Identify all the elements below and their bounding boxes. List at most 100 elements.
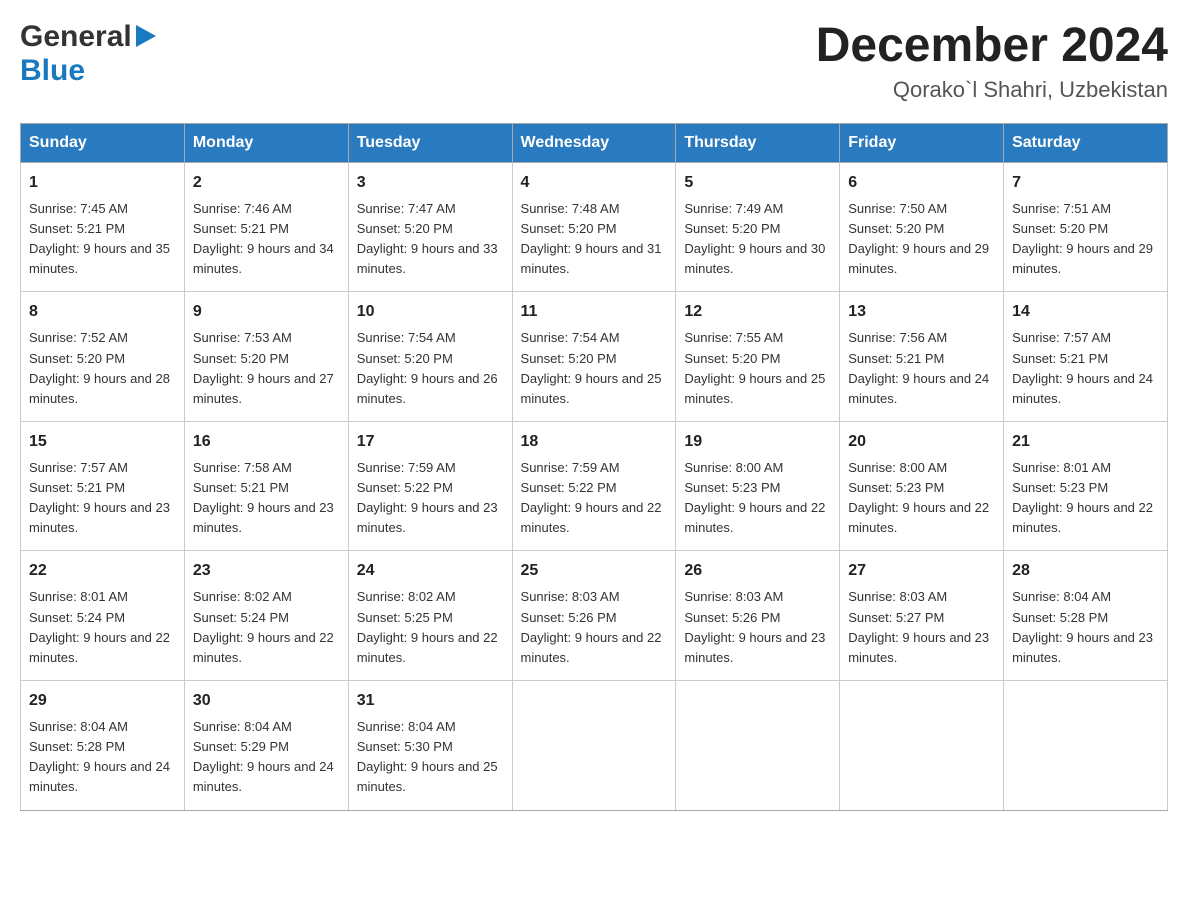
day-number: 27: [848, 559, 995, 583]
calendar-cell: 3 Sunrise: 7:47 AMSunset: 5:20 PMDaylight…: [348, 162, 512, 292]
calendar-week-row: 22Sunrise: 8:01 AMSunset: 5:24 PMDayligh…: [21, 551, 1168, 681]
title-section: December 2024 Qorako`l Shahri, Uzbekista…: [816, 20, 1168, 103]
day-number: 30: [193, 689, 340, 713]
day-number: 17: [357, 430, 504, 454]
day-info: Sunrise: 8:00 AMSunset: 5:23 PMDaylight:…: [848, 458, 995, 539]
day-number: 1: [29, 171, 176, 195]
header-wednesday: Wednesday: [512, 123, 676, 162]
day-info: Sunrise: 8:04 AMSunset: 5:29 PMDaylight:…: [193, 717, 340, 798]
day-number: 12: [684, 300, 831, 324]
day-info: Sunrise: 8:03 AMSunset: 5:27 PMDaylight:…: [848, 587, 995, 668]
day-info: Sunrise: 7:47 AMSunset: 5:20 PMDaylight:…: [357, 199, 504, 280]
day-number: 7: [1012, 171, 1159, 195]
header-friday: Friday: [840, 123, 1004, 162]
calendar-cell: 4Sunrise: 7:48 AMSunset: 5:20 PMDaylight…: [512, 162, 676, 292]
calendar-cell: 8 Sunrise: 7:52 AMSunset: 5:20 PMDaylight…: [21, 292, 185, 422]
calendar-cell: 7 Sunrise: 7:51 AMSunset: 5:20 PMDaylight…: [1004, 162, 1168, 292]
day-number: 14: [1012, 300, 1159, 324]
header-tuesday: Tuesday: [348, 123, 512, 162]
day-number: 10: [357, 300, 504, 324]
calendar-body: 1 Sunrise: 7:45 AMSunset: 5:21 PMDaylight…: [21, 162, 1168, 810]
calendar-week-row: 1 Sunrise: 7:45 AMSunset: 5:21 PMDaylight…: [21, 162, 1168, 292]
day-info: Sunrise: 8:03 AMSunset: 5:26 PMDaylight:…: [521, 587, 668, 668]
month-title: December 2024: [816, 20, 1168, 73]
calendar-cell: 24Sunrise: 8:02 AMSunset: 5:25 PMDayligh…: [348, 551, 512, 681]
page-header: General Blue December 2024 Qorako`l Shah…: [20, 20, 1168, 103]
day-info: Sunrise: 7:59 AMSunset: 5:22 PMDaylight:…: [521, 458, 668, 539]
day-number: 31: [357, 689, 504, 713]
logo-arrow-icon: [136, 25, 156, 52]
day-info: Sunrise: 8:00 AMSunset: 5:23 PMDaylight:…: [684, 458, 831, 539]
day-number: 25: [521, 559, 668, 583]
day-info: Sunrise: 7:45 AMSunset: 5:21 PMDaylight:…: [29, 199, 176, 280]
day-info: Sunrise: 7:57 AMSunset: 5:21 PMDaylight:…: [29, 458, 176, 539]
day-number: 6: [848, 171, 995, 195]
calendar-table: Sunday Monday Tuesday Wednesday Thursday…: [20, 123, 1168, 811]
day-info: Sunrise: 7:48 AMSunset: 5:20 PMDaylight:…: [521, 199, 668, 280]
day-info: Sunrise: 7:55 AMSunset: 5:20 PMDaylight:…: [684, 328, 831, 409]
day-info: Sunrise: 8:02 AMSunset: 5:24 PMDaylight:…: [193, 587, 340, 668]
calendar-cell: 10 Sunrise: 7:54 AMSunset: 5:20 PMDayligh…: [348, 292, 512, 422]
day-info: Sunrise: 8:02 AMSunset: 5:25 PMDaylight:…: [357, 587, 504, 668]
calendar-cell: 9Sunrise: 7:53 AMSunset: 5:20 PMDaylight…: [184, 292, 348, 422]
day-info: Sunrise: 7:51 AMSunset: 5:20 PMDaylight:…: [1012, 199, 1159, 280]
day-info: Sunrise: 7:46 AMSunset: 5:21 PMDaylight:…: [193, 199, 340, 280]
calendar-cell: 11Sunrise: 7:54 AMSunset: 5:20 PMDayligh…: [512, 292, 676, 422]
calendar-cell: 21 Sunrise: 8:01 AMSunset: 5:23 PMDayligh…: [1004, 421, 1168, 551]
day-info: Sunrise: 7:54 AMSunset: 5:20 PMDaylight:…: [357, 328, 504, 409]
calendar-cell: 16 Sunrise: 7:58 AMSunset: 5:21 PMDayligh…: [184, 421, 348, 551]
calendar-cell: 12 Sunrise: 7:55 AMSunset: 5:20 PMDayligh…: [676, 292, 840, 422]
calendar-cell: 23 Sunrise: 8:02 AMSunset: 5:24 PMDayligh…: [184, 551, 348, 681]
day-info: Sunrise: 7:58 AMSunset: 5:21 PMDaylight:…: [193, 458, 340, 539]
day-number: 21: [1012, 430, 1159, 454]
calendar-cell: 30 Sunrise: 8:04 AMSunset: 5:29 PMDayligh…: [184, 681, 348, 811]
calendar-cell: 31 Sunrise: 8:04 AMSunset: 5:30 PMDayligh…: [348, 681, 512, 811]
day-info: Sunrise: 8:01 AMSunset: 5:24 PMDaylight:…: [29, 587, 176, 668]
header-thursday: Thursday: [676, 123, 840, 162]
calendar-cell: [1004, 681, 1168, 811]
day-info: Sunrise: 7:59 AMSunset: 5:22 PMDaylight:…: [357, 458, 504, 539]
calendar-cell: 22Sunrise: 8:01 AMSunset: 5:24 PMDayligh…: [21, 551, 185, 681]
header-sunday: Sunday: [21, 123, 185, 162]
day-number: 28: [1012, 559, 1159, 583]
calendar-week-row: 8 Sunrise: 7:52 AMSunset: 5:20 PMDaylight…: [21, 292, 1168, 422]
day-number: 2: [193, 171, 340, 195]
calendar-cell: [840, 681, 1004, 811]
day-info: Sunrise: 8:04 AMSunset: 5:28 PMDaylight:…: [29, 717, 176, 798]
day-number: 5: [684, 171, 831, 195]
day-number: 23: [193, 559, 340, 583]
day-number: 11: [521, 300, 668, 324]
day-number: 19: [684, 430, 831, 454]
calendar-cell: 19 Sunrise: 8:00 AMSunset: 5:23 PMDayligh…: [676, 421, 840, 551]
day-info: Sunrise: 8:01 AMSunset: 5:23 PMDaylight:…: [1012, 458, 1159, 539]
day-info: Sunrise: 7:52 AMSunset: 5:20 PMDaylight:…: [29, 328, 176, 409]
calendar-cell: 29 Sunrise: 8:04 AMSunset: 5:28 PMDayligh…: [21, 681, 185, 811]
day-number: 16: [193, 430, 340, 454]
day-number: 15: [29, 430, 176, 454]
calendar-cell: 5 Sunrise: 7:49 AMSunset: 5:20 PMDaylight…: [676, 162, 840, 292]
day-number: 9: [193, 300, 340, 324]
logo-blue-text: Blue: [20, 54, 85, 87]
day-number: 29: [29, 689, 176, 713]
day-info: Sunrise: 8:04 AMSunset: 5:30 PMDaylight:…: [357, 717, 504, 798]
day-number: 8: [29, 300, 176, 324]
calendar-cell: 15 Sunrise: 7:57 AMSunset: 5:21 PMDayligh…: [21, 421, 185, 551]
logo: General Blue: [20, 20, 156, 88]
logo-general-text: General: [20, 20, 132, 54]
day-number: 13: [848, 300, 995, 324]
day-info: Sunrise: 7:49 AMSunset: 5:20 PMDaylight:…: [684, 199, 831, 280]
calendar-cell: 25 Sunrise: 8:03 AMSunset: 5:26 PMDayligh…: [512, 551, 676, 681]
day-info: Sunrise: 7:56 AMSunset: 5:21 PMDaylight:…: [848, 328, 995, 409]
day-number: 18: [521, 430, 668, 454]
day-number: 20: [848, 430, 995, 454]
header-saturday: Saturday: [1004, 123, 1168, 162]
calendar-cell: [676, 681, 840, 811]
calendar-cell: 18 Sunrise: 7:59 AMSunset: 5:22 PMDayligh…: [512, 421, 676, 551]
day-info: Sunrise: 7:57 AMSunset: 5:21 PMDaylight:…: [1012, 328, 1159, 409]
calendar-week-row: 29 Sunrise: 8:04 AMSunset: 5:28 PMDayligh…: [21, 681, 1168, 811]
calendar-cell: [512, 681, 676, 811]
day-number: 3: [357, 171, 504, 195]
calendar-cell: 28Sunrise: 8:04 AMSunset: 5:28 PMDayligh…: [1004, 551, 1168, 681]
calendar-cell: 2 Sunrise: 7:46 AMSunset: 5:21 PMDaylight…: [184, 162, 348, 292]
day-number: 26: [684, 559, 831, 583]
